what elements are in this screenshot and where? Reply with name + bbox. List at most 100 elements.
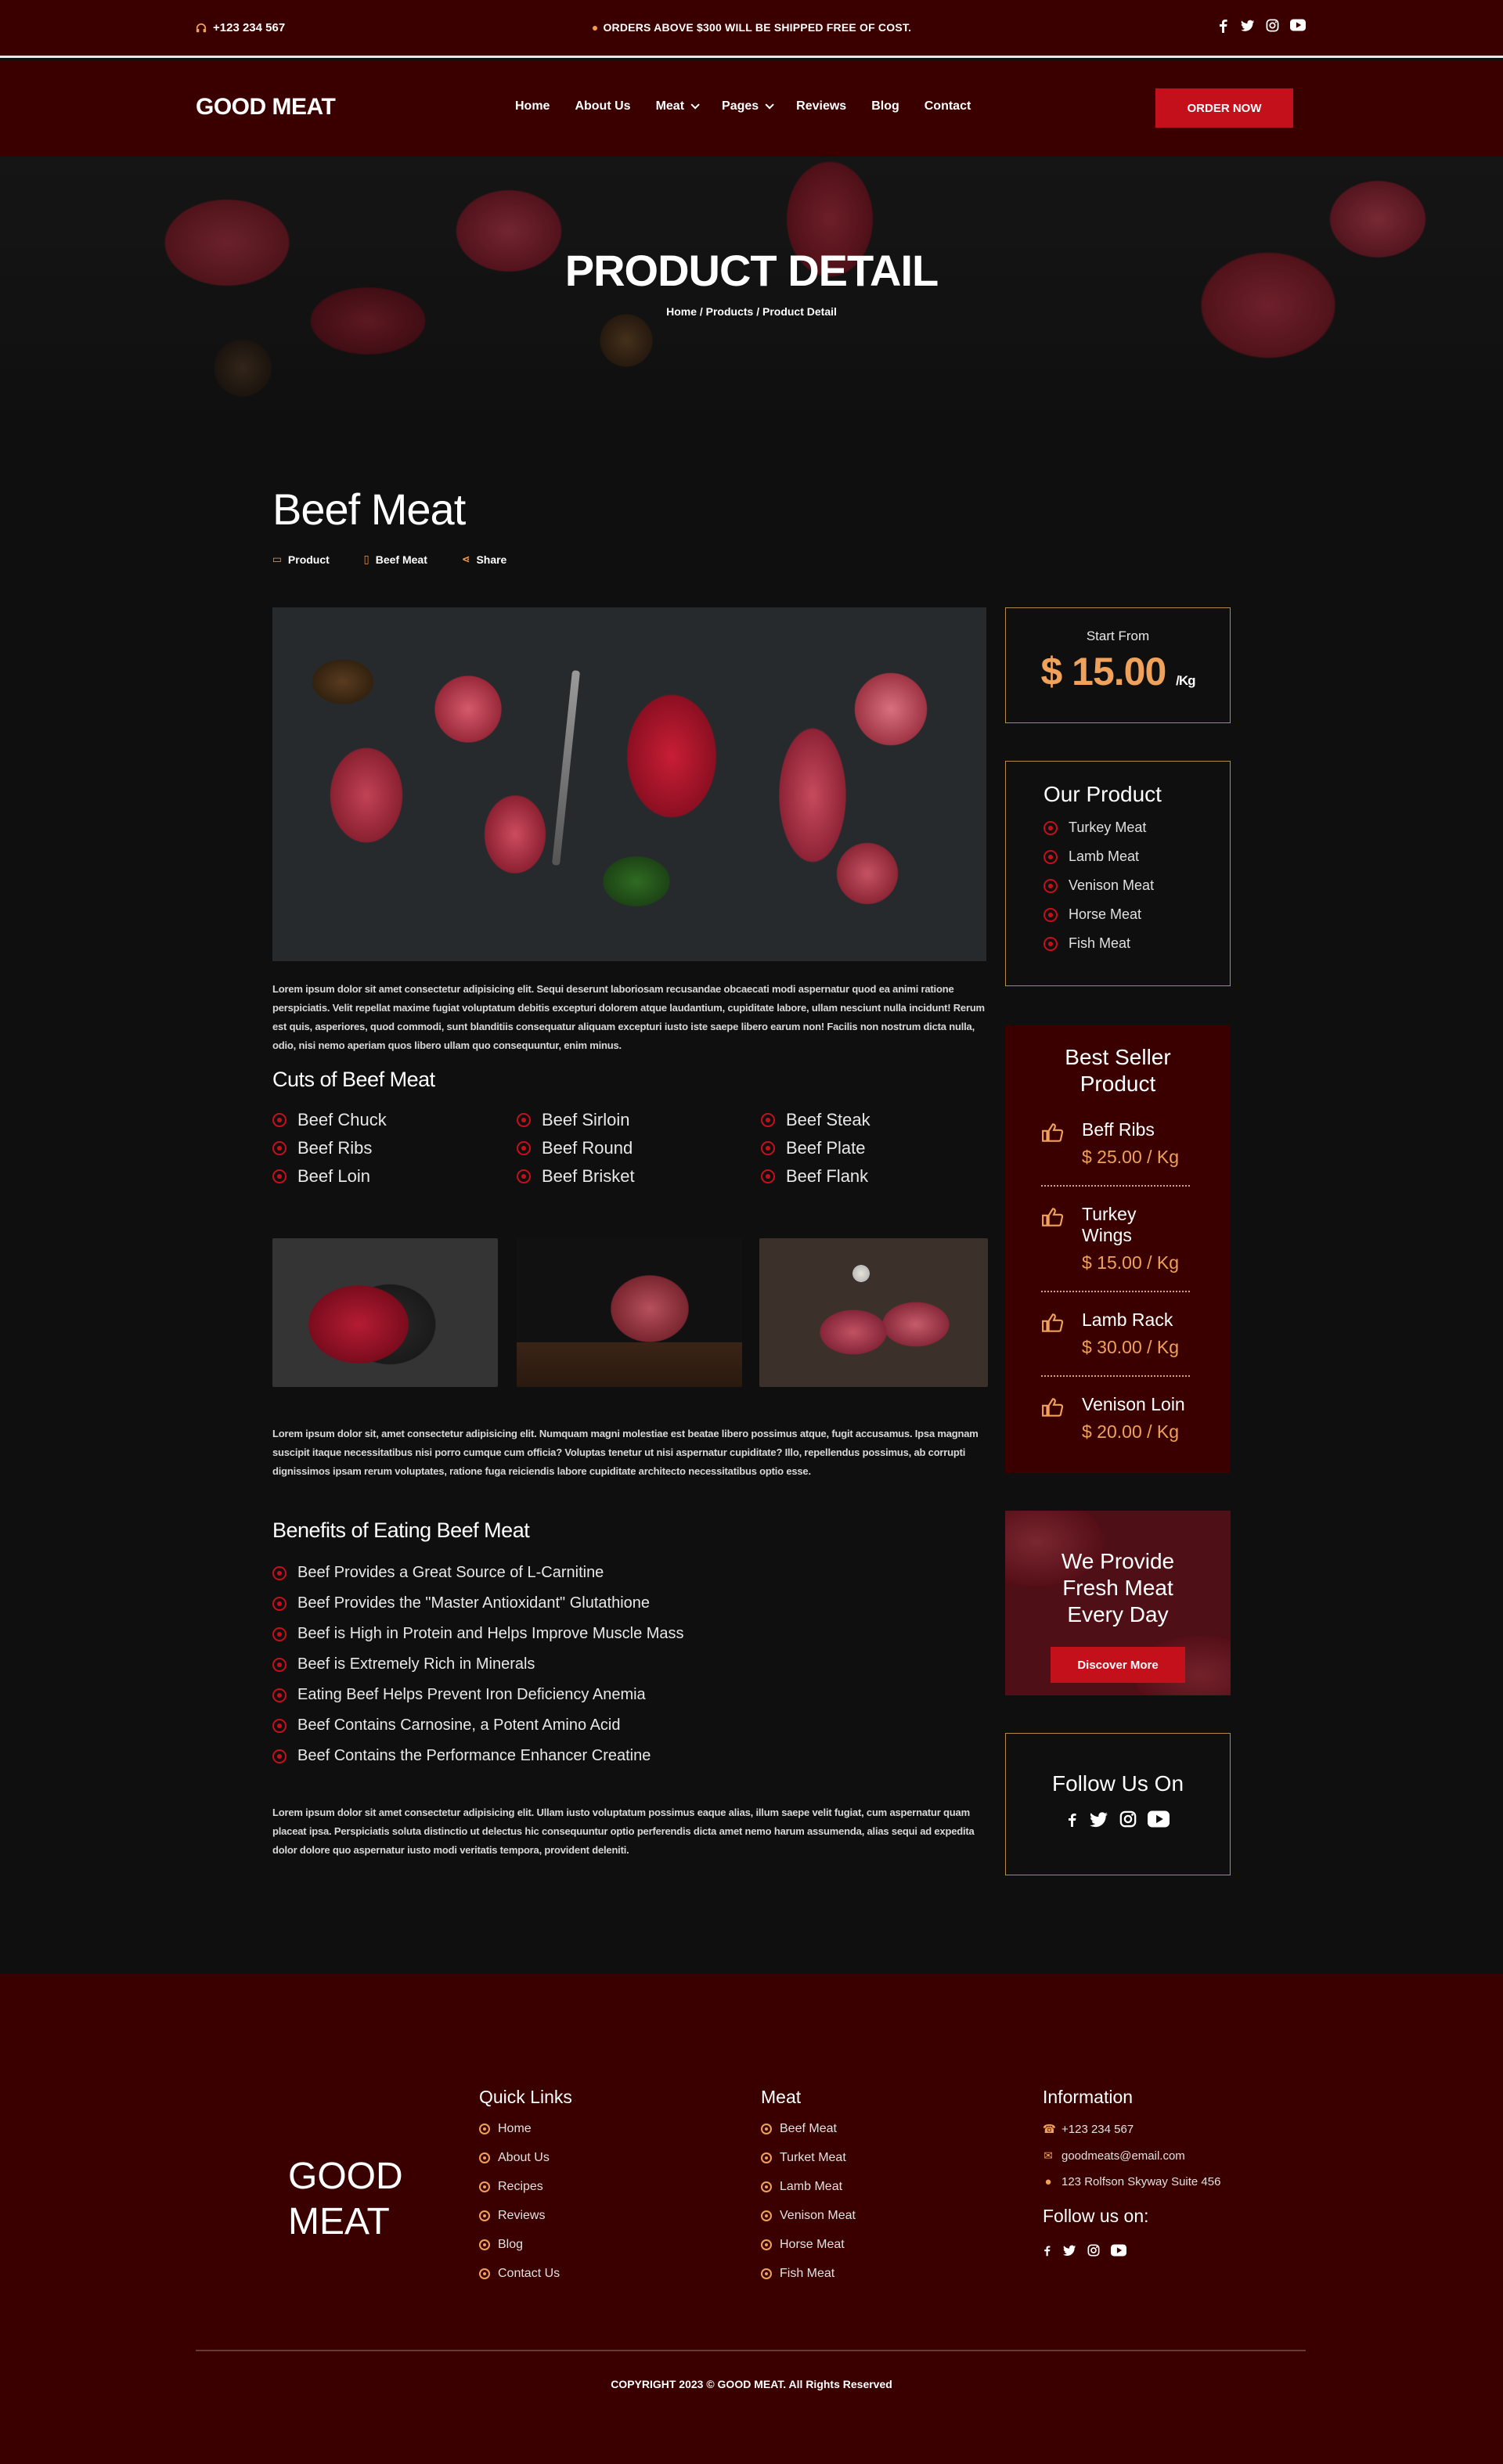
list-item: Beef Chuck [272,1110,517,1130]
footer-link[interactable]: Lamb Meat [761,2180,856,2194]
discover-more-button[interactable]: Discover More [1051,1647,1185,1683]
bullet-icon [479,2268,490,2279]
our-product-heading: Our Product [1043,782,1162,806]
footer-link[interactable]: Blog [479,2238,572,2252]
follow-socials [1006,1810,1230,1829]
bullet-icon [761,2181,772,2192]
list-item[interactable]: Turkey Meat [1043,820,1230,836]
footer-link[interactable]: About Us [479,2151,572,2165]
list-item: Beef Ribs [272,1138,517,1158]
footer-link[interactable]: Home [479,2122,572,2136]
footer-quick-heading: Quick Links [479,2087,572,2107]
footer-link[interactable]: Recipes [479,2180,572,2194]
instagram-icon[interactable] [1087,2244,1100,2257]
gallery-image-2[interactable] [517,1238,742,1387]
breadcrumb[interactable]: Home / Products / Product Detail [0,305,1503,318]
bullet-icon [272,1688,287,1702]
list-item: Beef Contains Carnosine, a Potent Amino … [272,1717,684,1735]
cuts-heading: Cuts of Beef Meat [272,1068,435,1091]
thumbs-up-icon [1042,1208,1064,1227]
footer-email[interactable]: ✉ goodmeats@email.com [1043,2149,1220,2163]
footer-link[interactable]: Horse Meat [761,2238,856,2252]
nav-item-about[interactable]: About Us [575,99,630,113]
best-seller-item[interactable]: Venison Loin $ 20.00 / Kg [1041,1394,1190,1460]
bullet-icon [272,1657,287,1672]
bullet-icon [272,1565,287,1580]
youtube-icon[interactable] [1148,1810,1170,1828]
nav-item-meat[interactable]: Meat [656,99,700,113]
footer-info-list: ☎ +123 234 567 ✉ goodmeats@email.com ● 123 … [1043,2122,1220,2189]
footer-phone[interactable]: ☎ +123 234 567 [1043,2122,1220,2137]
best-seller-list: Beff Ribs $ 25.00 / Kg Turkey Wings $ 15.0… [1041,1119,1190,1460]
list-item[interactable]: Fish Meat [1043,935,1230,952]
nav-item-reviews[interactable]: Reviews [796,99,846,113]
meta-tag[interactable]: ▯ Beef Meat [364,553,427,566]
footer-link[interactable]: Beef Meat [761,2122,856,2136]
facebook-icon[interactable] [1217,19,1230,33]
footer-logo[interactable]: GOOD MEAT [288,2154,403,2245]
list-item: Beef Plate [761,1138,986,1158]
facebook-icon[interactable] [1043,2244,1052,2257]
meta-share[interactable]: ⋖ Share [462,553,506,566]
twitter-icon[interactable] [1090,1810,1108,1829]
our-product-card: Our Product Turkey Meat Lamb Meat Veniso… [1005,761,1231,986]
bullet-icon [272,1113,287,1127]
product-description-2: Lorem ipsum dolor sit, amet consectetur … [272,1428,979,1477]
map-pin-icon: ● [1044,2175,1052,2188]
bullet-icon [761,1141,775,1155]
bullet-icon [1043,878,1058,893]
twitter-icon[interactable] [1063,2244,1076,2257]
chevron-down-icon [690,100,700,110]
list-item[interactable]: Lamb Meat [1043,848,1230,865]
facebook-icon[interactable] [1066,1810,1079,1829]
bullet-icon [1043,820,1058,835]
list-item[interactable]: Venison Meat [1043,877,1230,894]
footer-meat-list: Beef Meat Turket Meat Lamb Meat Venison … [761,2122,856,2281]
nav-item-blog[interactable]: Blog [871,99,899,113]
benefits-list: Beef Provides a Great Source of L-Carnit… [272,1564,684,1765]
instagram-icon[interactable] [1119,1810,1137,1828]
nav-item-contact[interactable]: Contact [925,99,971,113]
headset-icon: ☎ [1043,2123,1056,2136]
top-bar: +123 234 567 ● ORDERS ABOVE $300 WILL BE … [0,0,1503,58]
youtube-icon[interactable] [1290,19,1306,31]
twitter-icon[interactable] [1241,19,1255,33]
site-logo[interactable]: GOOD MEAT [196,94,336,121]
footer-link[interactable]: Turket Meat [761,2151,856,2165]
instagram-icon[interactable] [1266,19,1279,32]
bullet-icon [479,2210,490,2221]
product-description-1: Lorem ipsum dolor sit amet consectetur a… [272,983,985,1051]
gallery-image-3[interactable] [759,1238,988,1387]
best-seller-item[interactable]: Turkey Wings $ 15.00 / Kg [1041,1204,1190,1292]
youtube-icon[interactable] [1111,2244,1126,2257]
copyright-text: COPYRIGHT 2023 © GOOD MEAT. All Rights R… [611,2378,892,2390]
best-seller-heading: Best Seller Product [1065,1045,1171,1096]
meta-category[interactable]: ▭ Product [272,553,330,566]
order-now-button[interactable]: ORDER NOW [1155,88,1293,128]
best-seller-item[interactable]: Lamb Rack $ 30.00 / Kg [1041,1309,1190,1377]
nav-item-home[interactable]: Home [515,99,550,113]
chevron-down-icon [765,100,774,110]
list-item: Beef Steak [761,1110,986,1130]
bullet-icon [761,2268,772,2279]
bullet-icon [479,2181,490,2192]
bullet-icon [761,2210,772,2221]
bullet-icon [517,1141,531,1155]
list-item: Beef Provides the "Master Antioxidant" G… [272,1594,684,1612]
list-item[interactable]: Horse Meat [1043,906,1230,923]
footer-link[interactable]: Contact Us [479,2267,572,2281]
list-item: Beef is Extremely Rich in Minerals [272,1655,684,1673]
best-seller-item[interactable]: Beff Ribs $ 25.00 / Kg [1041,1119,1190,1187]
gallery-image-1[interactable] [272,1238,498,1387]
product-meta: ▭ Product ▯ Beef Meat ⋖ Share [272,553,506,566]
price-value: $ 15.00 /Kg [1040,650,1195,693]
footer-link[interactable]: Fish Meat [761,2267,856,2281]
nav-item-pages[interactable]: Pages [722,99,774,113]
list-item: Eating Beef Helps Prevent Iron Deficienc… [272,1686,684,1704]
footer-information: Information ☎ +123 234 567 ✉ goodmeats@ema… [1043,2087,1220,2257]
price-label: Start From [1086,629,1150,643]
list-item: Beef Flank [761,1166,986,1187]
footer-link[interactable]: Venison Meat [761,2209,856,2223]
footer-link[interactable]: Reviews [479,2209,572,2223]
product-title: Beef Meat [272,485,466,534]
